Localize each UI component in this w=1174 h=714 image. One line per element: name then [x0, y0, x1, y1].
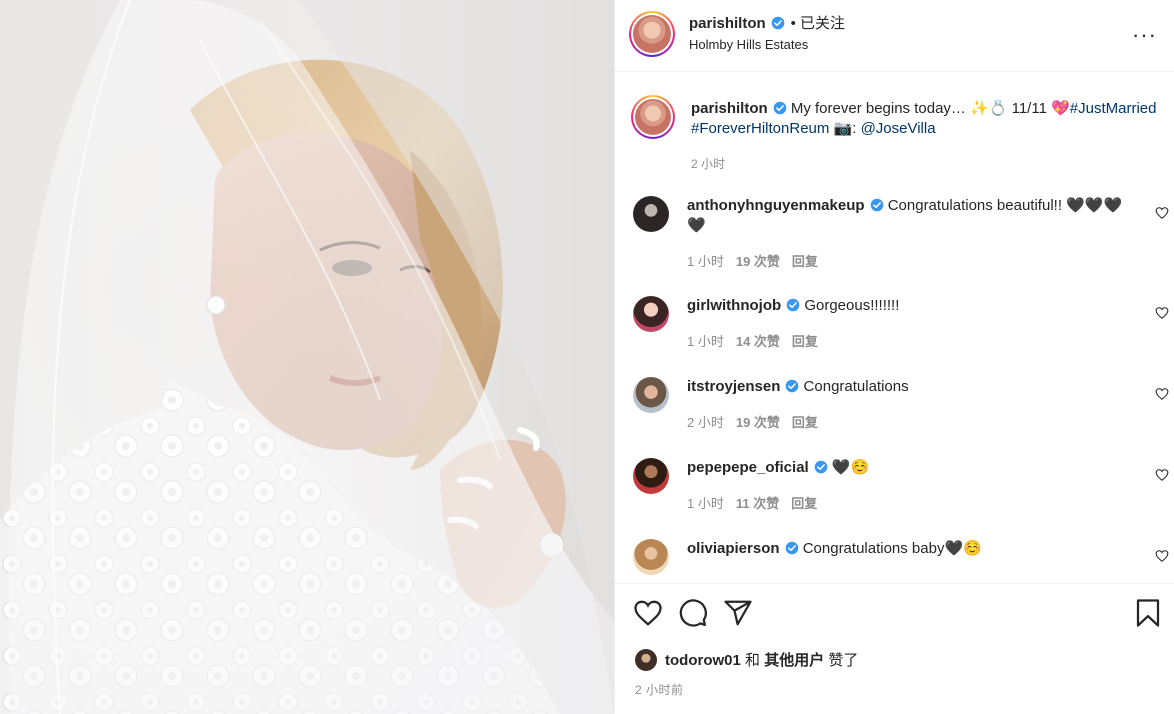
verified-badge-icon	[870, 198, 883, 212]
comment-like-heart-icon[interactable]	[1155, 206, 1169, 220]
comment-like-heart-icon[interactable]	[1155, 387, 1169, 401]
comment-time[interactable]: 1 小时	[687, 334, 724, 349]
post-photo[interactable]	[0, 0, 614, 714]
commenter-username[interactable]: anthonyhnguyenmakeup	[687, 197, 865, 214]
hashtag-link[interactable]: #JustMarried	[1070, 100, 1157, 117]
more-horizontal-icon[interactable]: ···	[1132, 22, 1157, 48]
comment-likes[interactable]: 19 次赞	[736, 415, 780, 430]
comment-like-heart-icon[interactable]	[1155, 306, 1169, 320]
liked-by-suffix: 赞了	[824, 652, 859, 669]
reply-button[interactable]: 回复	[791, 496, 817, 511]
commenter-username[interactable]: oliviapierson	[687, 540, 780, 557]
liker-avatar[interactable]	[635, 649, 657, 671]
comment-likes[interactable]: 11 次赞	[736, 496, 779, 511]
instagram-post-view: parishilton • 已关注 Holmby Hills Estates ···…	[0, 0, 1174, 714]
reply-button[interactable]: 回复	[792, 334, 818, 349]
separator-dot: •	[790, 15, 796, 32]
verified-badge-icon	[786, 379, 799, 393]
commenter-avatar[interactable]	[633, 458, 669, 494]
commenter-username[interactable]: pepepepe_oficial	[687, 459, 809, 476]
comment-item: itstroyjensen Congratulations 2 小时 19 次赞回…	[633, 377, 1173, 453]
comment-bubble-icon[interactable]	[678, 598, 708, 628]
comment-text: Congratulations baby🖤☺️	[802, 540, 982, 557]
commenter-avatar[interactable]	[633, 539, 669, 575]
caption-avatar[interactable]	[631, 95, 675, 139]
other-likers-link[interactable]: 其他用户	[764, 652, 824, 669]
liked-by-row: todorow01 和 其他用户 赞了	[635, 649, 858, 671]
commenter-avatar[interactable]	[633, 377, 669, 413]
author-avatar[interactable]	[629, 11, 675, 57]
post-age[interactable]: 2 小时前	[635, 681, 684, 698]
caption-text-block: parishilton My forever begins today… ✨💍 …	[691, 99, 1171, 139]
commenter-avatar[interactable]	[633, 296, 669, 332]
comment-meta: 1 小时 14 次赞 回复	[687, 331, 830, 350]
caption-username[interactable]: parishilton	[691, 100, 768, 117]
reply-button[interactable]: 回复	[792, 415, 818, 430]
comment-text: Gorgeous!!!!!!!	[804, 297, 900, 314]
liker-username[interactable]: todorow01	[665, 652, 741, 669]
post-header: parishilton • 已关注 Holmby Hills Estates ···	[615, 0, 1174, 72]
comment-meta: 1 小时 11 次赞 回复	[687, 493, 829, 512]
mention-link[interactable]: @JoseVilla	[861, 120, 936, 137]
comment-likes[interactable]: 14 次赞	[736, 334, 780, 349]
comment-like-heart-icon[interactable]	[1155, 468, 1169, 482]
comment-body: anthonyhnguyenmakeup Congratulations bea…	[687, 196, 1127, 236]
comment-meta: 1 小时 19 次赞 回复	[687, 251, 830, 270]
comment-item: pepepepe_oficial 🖤☺️ 1 小时 11 次赞 回复	[633, 458, 1173, 534]
comment-item: girlwithnojob Gorgeous!!!!!!! 1 小时 14 次赞回…	[633, 296, 1173, 372]
comment-body: pepepepe_oficial 🖤☺️	[687, 458, 1127, 478]
paper-plane-icon[interactable]	[723, 598, 753, 628]
hashtag-link[interactable]: #ForeverHiltonReum	[691, 120, 829, 137]
post-side-panel: parishilton • 已关注 Holmby Hills Estates ···…	[614, 0, 1174, 714]
commenter-avatar[interactable]	[633, 196, 669, 232]
comment-time[interactable]: 1 小时	[687, 254, 724, 269]
comment-likes[interactable]: 19 次赞	[736, 254, 780, 269]
comments-list[interactable]: parishilton My forever begins today… ✨💍 …	[615, 73, 1174, 583]
photo-credit-prefix: 📷:	[833, 120, 861, 137]
verified-badge-icon	[773, 101, 786, 115]
comment-body: oliviapierson Congratulations baby🖤☺️	[687, 539, 1127, 559]
caption-text: My forever begins today… ✨💍 11/11 💖	[790, 100, 1070, 117]
bride-veil-illustration	[0, 0, 614, 714]
follow-status-button[interactable]: 已关注	[800, 15, 845, 32]
commenter-username[interactable]: girlwithnojob	[687, 297, 781, 314]
verified-badge-icon	[785, 541, 798, 555]
comment-body: itstroyjensen Congratulations	[687, 377, 1127, 397]
verified-badge-icon	[814, 460, 828, 474]
comment-time[interactable]: 1 小时	[687, 496, 724, 511]
comment-body: girlwithnojob Gorgeous!!!!!!!	[687, 296, 1127, 316]
bookmark-icon[interactable]	[1133, 598, 1163, 628]
author-line: parishilton • 已关注	[689, 12, 845, 33]
reply-button[interactable]: 回复	[792, 254, 818, 269]
comment-like-heart-icon[interactable]	[1155, 549, 1169, 563]
caption-time[interactable]: 2 小时	[691, 155, 725, 172]
comment-time[interactable]: 2 小时	[687, 415, 724, 430]
verified-badge-icon	[786, 298, 800, 312]
post-location[interactable]: Holmby Hills Estates	[689, 37, 808, 52]
liked-by-connector: 和	[740, 652, 765, 669]
comment-item: oliviapierson Congratulations baby🖤☺️	[633, 539, 1173, 583]
comment-text: 🖤☺️	[831, 459, 870, 476]
commenter-username[interactable]: itstroyjensen	[687, 378, 780, 395]
comment-meta: 2 小时 19 次赞 回复	[687, 412, 830, 431]
post-actions-bar: todorow01 和 其他用户 赞了 2 小时前	[615, 583, 1174, 714]
comment-text: Congratulations	[803, 378, 909, 395]
author-username[interactable]: parishilton	[689, 15, 766, 32]
heart-outline-icon[interactable]	[633, 598, 663, 628]
verified-badge-icon	[771, 16, 784, 30]
comment-item: anthonyhnguyenmakeup Congratulations bea…	[633, 196, 1173, 272]
